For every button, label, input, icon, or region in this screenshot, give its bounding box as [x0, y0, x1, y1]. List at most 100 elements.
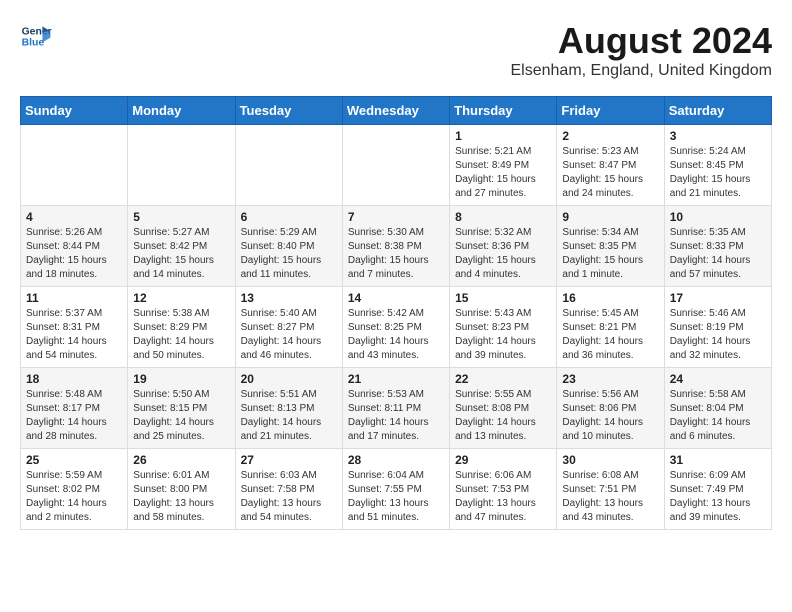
calendar-header: SundayMondayTuesdayWednesdayThursdayFrid… [21, 97, 772, 125]
day-number: 8 [455, 210, 551, 224]
calendar-cell: 16 Sunrise: 5:45 AM Sunset: 8:21 PM Dayli… [557, 287, 664, 368]
calendar-cell: 12 Sunrise: 5:38 AM Sunset: 8:29 PM Dayli… [128, 287, 235, 368]
week-row-3: 11 Sunrise: 5:37 AM Sunset: 8:31 PM Dayli… [21, 287, 772, 368]
calendar-cell: 14Sunrise: 5:42 AM Sunset: 8:25 PM Dayli… [342, 287, 449, 368]
header-day-sunday: Sunday [21, 97, 128, 125]
calendar-cell [342, 125, 449, 206]
day-info: Sunrise: 5:27 AM Sunset: 8:42 PM Dayligh… [133, 226, 229, 282]
day-number: 11 [26, 291, 122, 305]
day-info: Sunrise: 5:51 AM Sunset: 8:13 PM Dayligh… [241, 388, 337, 444]
day-info: Sunrise: 6:08 AM Sunset: 7:51 PM Dayligh… [562, 469, 658, 525]
day-number: 12 [133, 291, 229, 305]
day-info: Sunrise: 5:26 AM Sunset: 8:44 PM Dayligh… [26, 226, 122, 282]
calendar-cell: 23 Sunrise: 5:56 AM Sunset: 8:06 PM Dayli… [557, 368, 664, 449]
day-number: 10 [670, 210, 766, 224]
header-day-wednesday: Wednesday [342, 97, 449, 125]
calendar-cell: 28 Sunrise: 6:04 AM Sunset: 7:55 PM Dayli… [342, 449, 449, 530]
day-info: Sunrise: 5:35 AM Sunset: 8:33 PM Dayligh… [670, 226, 766, 282]
calendar-cell: 24 Sunrise: 5:58 AM Sunset: 8:04 PM Dayli… [664, 368, 771, 449]
day-info: Sunrise: 5:24 AM Sunset: 8:45 PM Dayligh… [670, 145, 766, 201]
calendar-cell: 29Sunrise: 6:06 AM Sunset: 7:53 PM Dayli… [450, 449, 557, 530]
calendar-cell: 1 Sunrise: 5:21 AM Sunset: 8:49 PM Daylig… [450, 125, 557, 206]
day-number: 22 [455, 372, 551, 386]
day-info: Sunrise: 5:43 AM Sunset: 8:23 PM Dayligh… [455, 307, 551, 363]
day-info: Sunrise: 5:45 AM Sunset: 8:21 PM Dayligh… [562, 307, 658, 363]
day-info: Sunrise: 5:59 AM Sunset: 8:02 PM Dayligh… [26, 469, 122, 525]
day-info: Sunrise: 5:42 AM Sunset: 8:25 PM Dayligh… [348, 307, 444, 363]
calendar-cell [128, 125, 235, 206]
day-number: 5 [133, 210, 229, 224]
day-number: 29 [455, 453, 551, 467]
day-number: 1 [455, 129, 551, 143]
day-number: 26 [133, 453, 229, 467]
day-info: Sunrise: 5:29 AM Sunset: 8:40 PM Dayligh… [241, 226, 337, 282]
calendar-cell: 8 Sunrise: 5:32 AM Sunset: 8:36 PM Daylig… [450, 206, 557, 287]
week-row-5: 25 Sunrise: 5:59 AM Sunset: 8:02 PM Dayli… [21, 449, 772, 530]
calendar-cell: 21 Sunrise: 5:53 AM Sunset: 8:11 PM Dayli… [342, 368, 449, 449]
title-block: August 2024 Elsenham, England, United Ki… [511, 20, 773, 80]
day-info: Sunrise: 5:23 AM Sunset: 8:47 PM Dayligh… [562, 145, 658, 201]
day-number: 19 [133, 372, 229, 386]
day-number: 31 [670, 453, 766, 467]
calendar-cell: 5 Sunrise: 5:27 AM Sunset: 8:42 PM Daylig… [128, 206, 235, 287]
calendar-cell: 13Sunrise: 5:40 AM Sunset: 8:27 PM Dayli… [235, 287, 342, 368]
calendar-cell: 22 Sunrise: 5:55 AM Sunset: 8:08 PM Dayli… [450, 368, 557, 449]
logo-icon: General Blue [20, 20, 52, 52]
day-info: Sunrise: 6:09 AM Sunset: 7:49 PM Dayligh… [670, 469, 766, 525]
calendar-cell: 3Sunrise: 5:24 AM Sunset: 8:45 PM Daylig… [664, 125, 771, 206]
day-info: Sunrise: 6:04 AM Sunset: 7:55 PM Dayligh… [348, 469, 444, 525]
day-info: Sunrise: 5:55 AM Sunset: 8:08 PM Dayligh… [455, 388, 551, 444]
header-day-friday: Friday [557, 97, 664, 125]
calendar-cell: 30 Sunrise: 6:08 AM Sunset: 7:51 PM Dayli… [557, 449, 664, 530]
day-number: 23 [562, 372, 658, 386]
page-header: General Blue August 2024 Elsenham, Engla… [20, 20, 772, 80]
calendar-body: 1 Sunrise: 5:21 AM Sunset: 8:49 PM Daylig… [21, 125, 772, 530]
day-number: 21 [348, 372, 444, 386]
header-day-monday: Monday [128, 97, 235, 125]
day-info: Sunrise: 6:01 AM Sunset: 8:00 PM Dayligh… [133, 469, 229, 525]
day-number: 28 [348, 453, 444, 467]
day-number: 17 [670, 291, 766, 305]
calendar-cell: 2 Sunrise: 5:23 AM Sunset: 8:47 PM Daylig… [557, 125, 664, 206]
day-number: 25 [26, 453, 122, 467]
calendar-table: SundayMondayTuesdayWednesdayThursdayFrid… [20, 96, 772, 530]
day-number: 30 [562, 453, 658, 467]
day-number: 7 [348, 210, 444, 224]
calendar-cell: 4 Sunrise: 5:26 AM Sunset: 8:44 PM Daylig… [21, 206, 128, 287]
header-row: SundayMondayTuesdayWednesdayThursdayFrid… [21, 97, 772, 125]
day-number: 2 [562, 129, 658, 143]
logo: General Blue [20, 20, 52, 52]
page-subtitle: Elsenham, England, United Kingdom [511, 62, 773, 80]
calendar-cell: 20 Sunrise: 5:51 AM Sunset: 8:13 PM Dayli… [235, 368, 342, 449]
day-number: 24 [670, 372, 766, 386]
day-info: Sunrise: 5:38 AM Sunset: 8:29 PM Dayligh… [133, 307, 229, 363]
day-number: 16 [562, 291, 658, 305]
calendar-cell: 6Sunrise: 5:29 AM Sunset: 8:40 PM Daylig… [235, 206, 342, 287]
calendar-cell: 25 Sunrise: 5:59 AM Sunset: 8:02 PM Dayli… [21, 449, 128, 530]
day-info: Sunrise: 5:56 AM Sunset: 8:06 PM Dayligh… [562, 388, 658, 444]
calendar-cell: 27 Sunrise: 6:03 AM Sunset: 7:58 PM Dayli… [235, 449, 342, 530]
day-info: Sunrise: 5:34 AM Sunset: 8:35 PM Dayligh… [562, 226, 658, 282]
header-day-saturday: Saturday [664, 97, 771, 125]
calendar-cell: 7Sunrise: 5:30 AM Sunset: 8:38 PM Daylig… [342, 206, 449, 287]
header-day-thursday: Thursday [450, 97, 557, 125]
week-row-1: 1 Sunrise: 5:21 AM Sunset: 8:49 PM Daylig… [21, 125, 772, 206]
day-number: 27 [241, 453, 337, 467]
day-info: Sunrise: 5:37 AM Sunset: 8:31 PM Dayligh… [26, 307, 122, 363]
day-info: Sunrise: 5:53 AM Sunset: 8:11 PM Dayligh… [348, 388, 444, 444]
day-info: Sunrise: 5:32 AM Sunset: 8:36 PM Dayligh… [455, 226, 551, 282]
week-row-4: 18Sunrise: 5:48 AM Sunset: 8:17 PM Dayli… [21, 368, 772, 449]
day-info: Sunrise: 5:21 AM Sunset: 8:49 PM Dayligh… [455, 145, 551, 201]
calendar-cell: 15 Sunrise: 5:43 AM Sunset: 8:23 PM Dayli… [450, 287, 557, 368]
day-number: 15 [455, 291, 551, 305]
day-info: Sunrise: 5:58 AM Sunset: 8:04 PM Dayligh… [670, 388, 766, 444]
calendar-cell: 11 Sunrise: 5:37 AM Sunset: 8:31 PM Dayli… [21, 287, 128, 368]
day-number: 4 [26, 210, 122, 224]
calendar-cell: 9Sunrise: 5:34 AM Sunset: 8:35 PM Daylig… [557, 206, 664, 287]
day-number: 18 [26, 372, 122, 386]
day-number: 20 [241, 372, 337, 386]
page-title: August 2024 [511, 20, 773, 62]
calendar-cell: 26 Sunrise: 6:01 AM Sunset: 8:00 PM Dayli… [128, 449, 235, 530]
day-info: Sunrise: 6:03 AM Sunset: 7:58 PM Dayligh… [241, 469, 337, 525]
calendar-cell [21, 125, 128, 206]
